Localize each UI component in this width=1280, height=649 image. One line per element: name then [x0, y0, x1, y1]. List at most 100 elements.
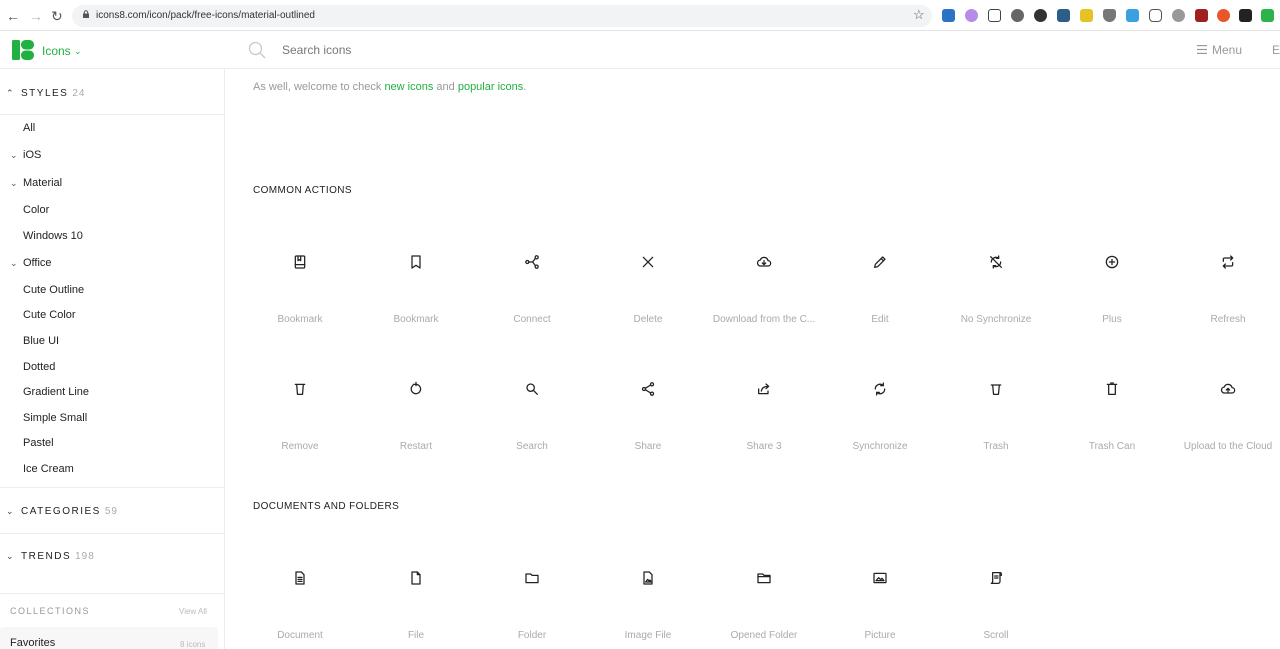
site-header: Icons ⌄ Menu E	[0, 31, 1280, 69]
icon-label: Image File	[624, 630, 672, 641]
search-input[interactable]	[282, 41, 882, 59]
opened-folder-icon	[757, 573, 771, 584]
extension-icon[interactable]	[988, 9, 1001, 22]
icon-card[interactable]: Restart	[358, 350, 474, 460]
extension-icon[interactable]	[942, 9, 955, 22]
icon-label: No Synchronize	[960, 314, 1032, 325]
refresh-icon	[1222, 255, 1234, 269]
categories-section-header[interactable]: ⌄ CATEGORIES 59	[6, 505, 118, 518]
sidebar-item-blue-ui[interactable]: Blue UI	[23, 335, 59, 348]
view-all-link[interactable]: View All	[179, 607, 207, 617]
extension-icon[interactable]	[965, 9, 978, 22]
icon-label: Restart	[399, 441, 433, 452]
section-title-documents-and-folders: DOCUMENTS AND FOLDERS	[253, 501, 400, 512]
extension-icon[interactable]	[1239, 9, 1252, 22]
icon-label: Picture	[864, 630, 896, 641]
icon-card[interactable]: Download from the C...	[706, 223, 822, 333]
extension-icon[interactable]	[1080, 9, 1093, 22]
icon-card[interactable]: Trash Can	[1054, 350, 1170, 460]
styles-section-header[interactable]: ⌃ STYLES 24	[6, 87, 85, 100]
extension-icon[interactable]	[1261, 9, 1274, 22]
icon-label: Share	[634, 441, 662, 452]
chevron-down-icon[interactable]: ⌄	[10, 149, 18, 162]
icon-card[interactable]: Delete	[590, 223, 706, 333]
icon-card[interactable]: Document	[242, 539, 358, 649]
icon-card[interactable]: File	[358, 539, 474, 649]
extension-icon[interactable]	[1034, 9, 1047, 22]
chevron-down-icon[interactable]: ⌄	[74, 44, 82, 58]
menu-button[interactable]: Menu	[1212, 43, 1242, 57]
sidebar-item-cute-outline[interactable]: Cute Outline	[23, 284, 84, 297]
sidebar-item-simple-small[interactable]: Simple Small	[23, 412, 87, 425]
icon-label: Bookmark	[277, 314, 323, 325]
trash-can-icon	[1106, 382, 1118, 395]
icon-card[interactable]: Synchronize	[822, 350, 938, 460]
new-icons-link[interactable]: new icons	[384, 81, 433, 93]
icon-card[interactable]: Folder	[474, 539, 590, 649]
icon-card[interactable]: Connect	[474, 223, 590, 333]
delete-icon	[642, 256, 654, 268]
icon-label: Opened Folder	[730, 630, 798, 641]
sidebar-item-pastel[interactable]: Pastel	[23, 437, 54, 450]
reload-icon[interactable]: ↻	[51, 8, 63, 24]
plus-icon	[1105, 255, 1119, 269]
sidebar-item-ice-cream[interactable]: Ice Cream	[23, 463, 74, 476]
extension-icon[interactable]	[1172, 9, 1185, 22]
divider	[0, 533, 224, 534]
share-icon	[641, 382, 655, 396]
favorites-label[interactable]: Favorites	[10, 637, 55, 649]
sidebar-item-ios[interactable]: iOS	[23, 149, 41, 162]
sidebar-item-gradient-line[interactable]: Gradient Line	[23, 386, 89, 399]
icon-label: Remove	[281, 441, 319, 452]
address-url[interactable]: icons8.com/icon/pack/free-icons/material…	[96, 10, 315, 22]
document-icon	[295, 571, 305, 585]
sidebar-item-material[interactable]: Material	[23, 177, 62, 190]
chevron-down-icon[interactable]: ⌄	[10, 257, 18, 270]
sidebar-item-windows-10[interactable]: Windows 10	[23, 230, 83, 243]
connect-icon	[525, 255, 539, 269]
extension-icon[interactable]	[1057, 9, 1070, 22]
icon-card[interactable]: Picture	[822, 539, 938, 649]
icon-card[interactable]: Upload to the Cloud	[1170, 350, 1280, 460]
icon-label: Folder	[517, 630, 547, 641]
extension-icon[interactable]	[1217, 9, 1230, 22]
popular-icons-link[interactable]: popular icons	[458, 81, 523, 93]
icon-card[interactable]: Bookmark	[242, 223, 358, 333]
sidebar-item-office[interactable]: Office	[23, 257, 52, 270]
bookmark-star-icon[interactable]: ☆	[913, 8, 925, 22]
icon-card[interactable]: Trash	[938, 350, 1054, 460]
extension-icon[interactable]	[1149, 9, 1162, 22]
chevron-down-icon[interactable]: ⌄	[10, 177, 18, 190]
icon-card[interactable]: Share 3	[706, 350, 822, 460]
sidebar-item-color[interactable]: Color	[23, 204, 49, 217]
picture-icon	[873, 572, 887, 584]
extension-icon[interactable]	[1195, 9, 1208, 22]
icon-card[interactable]: Search	[474, 350, 590, 460]
folder-icon	[525, 573, 539, 584]
icon-card[interactable]: No Synchronize	[938, 223, 1054, 333]
trends-section-header[interactable]: ⌄ TRENDS 198	[6, 550, 95, 563]
extension-icon[interactable]	[1103, 9, 1116, 22]
sidebar-item-dotted[interactable]: Dotted	[23, 361, 55, 374]
icon-card[interactable]: Scroll	[938, 539, 1054, 649]
sidebar-item-all[interactable]: All	[23, 122, 35, 135]
icon-card[interactable]: Plus	[1054, 223, 1170, 333]
icon-card[interactable]: Opened Folder	[706, 539, 822, 649]
icon-card[interactable]: Remove	[242, 350, 358, 460]
forward-arrow-icon[interactable]: →	[29, 8, 43, 24]
sidebar-item-cute-color[interactable]: Cute Color	[23, 309, 76, 322]
hamburger-menu-icon[interactable]	[1197, 45, 1207, 54]
brand-label[interactable]: Icons	[42, 44, 71, 58]
icon-card[interactable]: Bookmark	[358, 223, 474, 333]
back-arrow-icon[interactable]: ←	[6, 8, 20, 24]
extension-icon[interactable]	[1126, 9, 1139, 22]
icon-card[interactable]: Image File	[590, 539, 706, 649]
icon-card[interactable]: Edit	[822, 223, 938, 333]
icon-card[interactable]: Refresh	[1170, 223, 1280, 333]
icons8-logo-icon[interactable]	[12, 40, 34, 60]
header-edge-item[interactable]: E	[1272, 43, 1280, 57]
extension-icon[interactable]	[1011, 9, 1024, 22]
icon-label: Delete	[633, 314, 663, 325]
chevron-down-icon: ⌄	[6, 551, 16, 561]
icon-card[interactable]: Share	[590, 350, 706, 460]
